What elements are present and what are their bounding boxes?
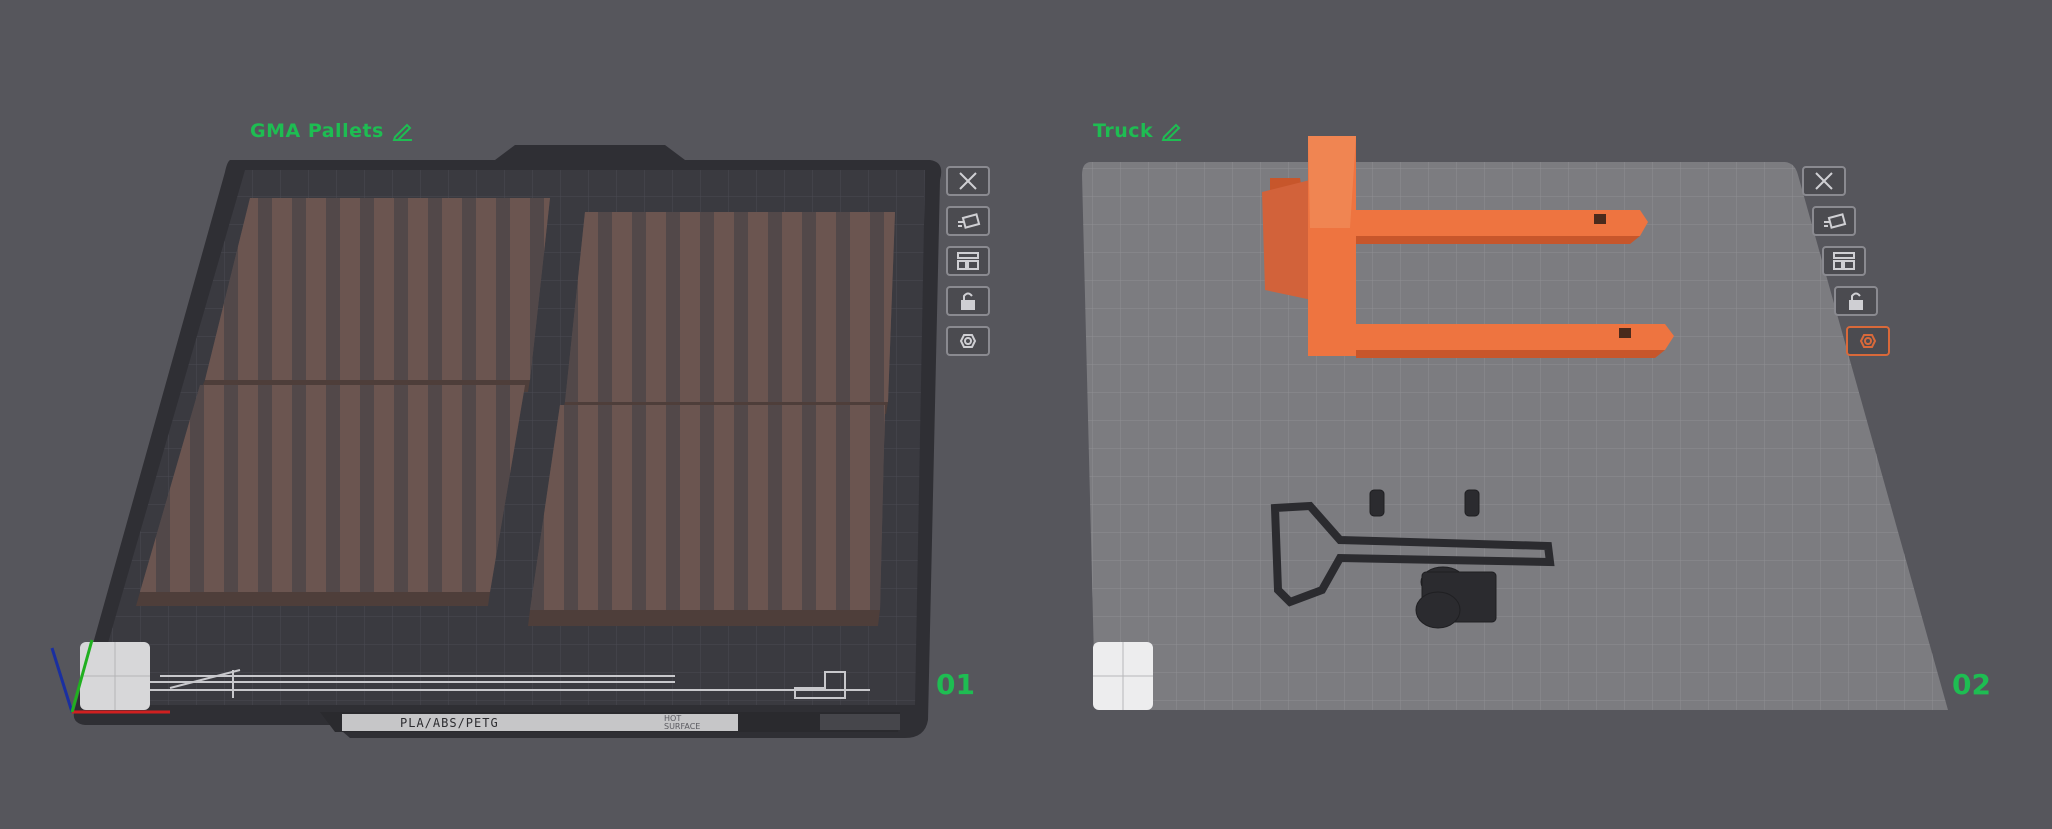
auto-orient-button-1[interactable]	[946, 206, 990, 236]
close-plate-button-1[interactable]	[946, 166, 990, 196]
plate-name-1[interactable]: GMA Pallets	[250, 120, 414, 142]
plate-index-1: 01	[936, 668, 975, 701]
plate-settings-button-2[interactable]	[1846, 326, 1890, 356]
lock-button-2[interactable]	[1834, 286, 1878, 316]
hot-surface-label: HOT SURFACE	[664, 715, 700, 731]
close-icon	[959, 172, 977, 190]
edit-pencil-icon[interactable]	[392, 121, 414, 141]
build-plate-2	[1082, 162, 1948, 710]
material-label: PLA/ABS/PETG	[400, 716, 499, 730]
arrange-button-2[interactable]	[1822, 246, 1866, 276]
lock-icon	[961, 292, 975, 310]
orient-icon	[1824, 213, 1847, 229]
orient-icon	[958, 213, 981, 229]
arrange-button-1[interactable]	[946, 246, 990, 276]
close-plate-button-2[interactable]	[1802, 166, 1846, 196]
close-icon	[1815, 172, 1833, 190]
plate-name-2[interactable]: Truck	[1093, 120, 1183, 142]
settings-icon	[1859, 334, 1877, 348]
auto-orient-button-2[interactable]	[1812, 206, 1856, 236]
lock-icon	[1849, 292, 1863, 310]
hot-label-line-2: SURFACE	[664, 722, 701, 731]
edit-pencil-icon[interactable]	[1161, 121, 1183, 141]
plate-settings-button-1[interactable]	[946, 326, 990, 356]
plate-name-1-text: GMA Pallets	[250, 120, 384, 142]
settings-icon	[959, 334, 977, 348]
arrange-icon	[1833, 252, 1855, 270]
plate-index-2: 02	[1952, 668, 1991, 701]
lock-button-1[interactable]	[946, 286, 990, 316]
arrange-icon	[957, 252, 979, 270]
plate-name-2-text: Truck	[1093, 120, 1154, 142]
